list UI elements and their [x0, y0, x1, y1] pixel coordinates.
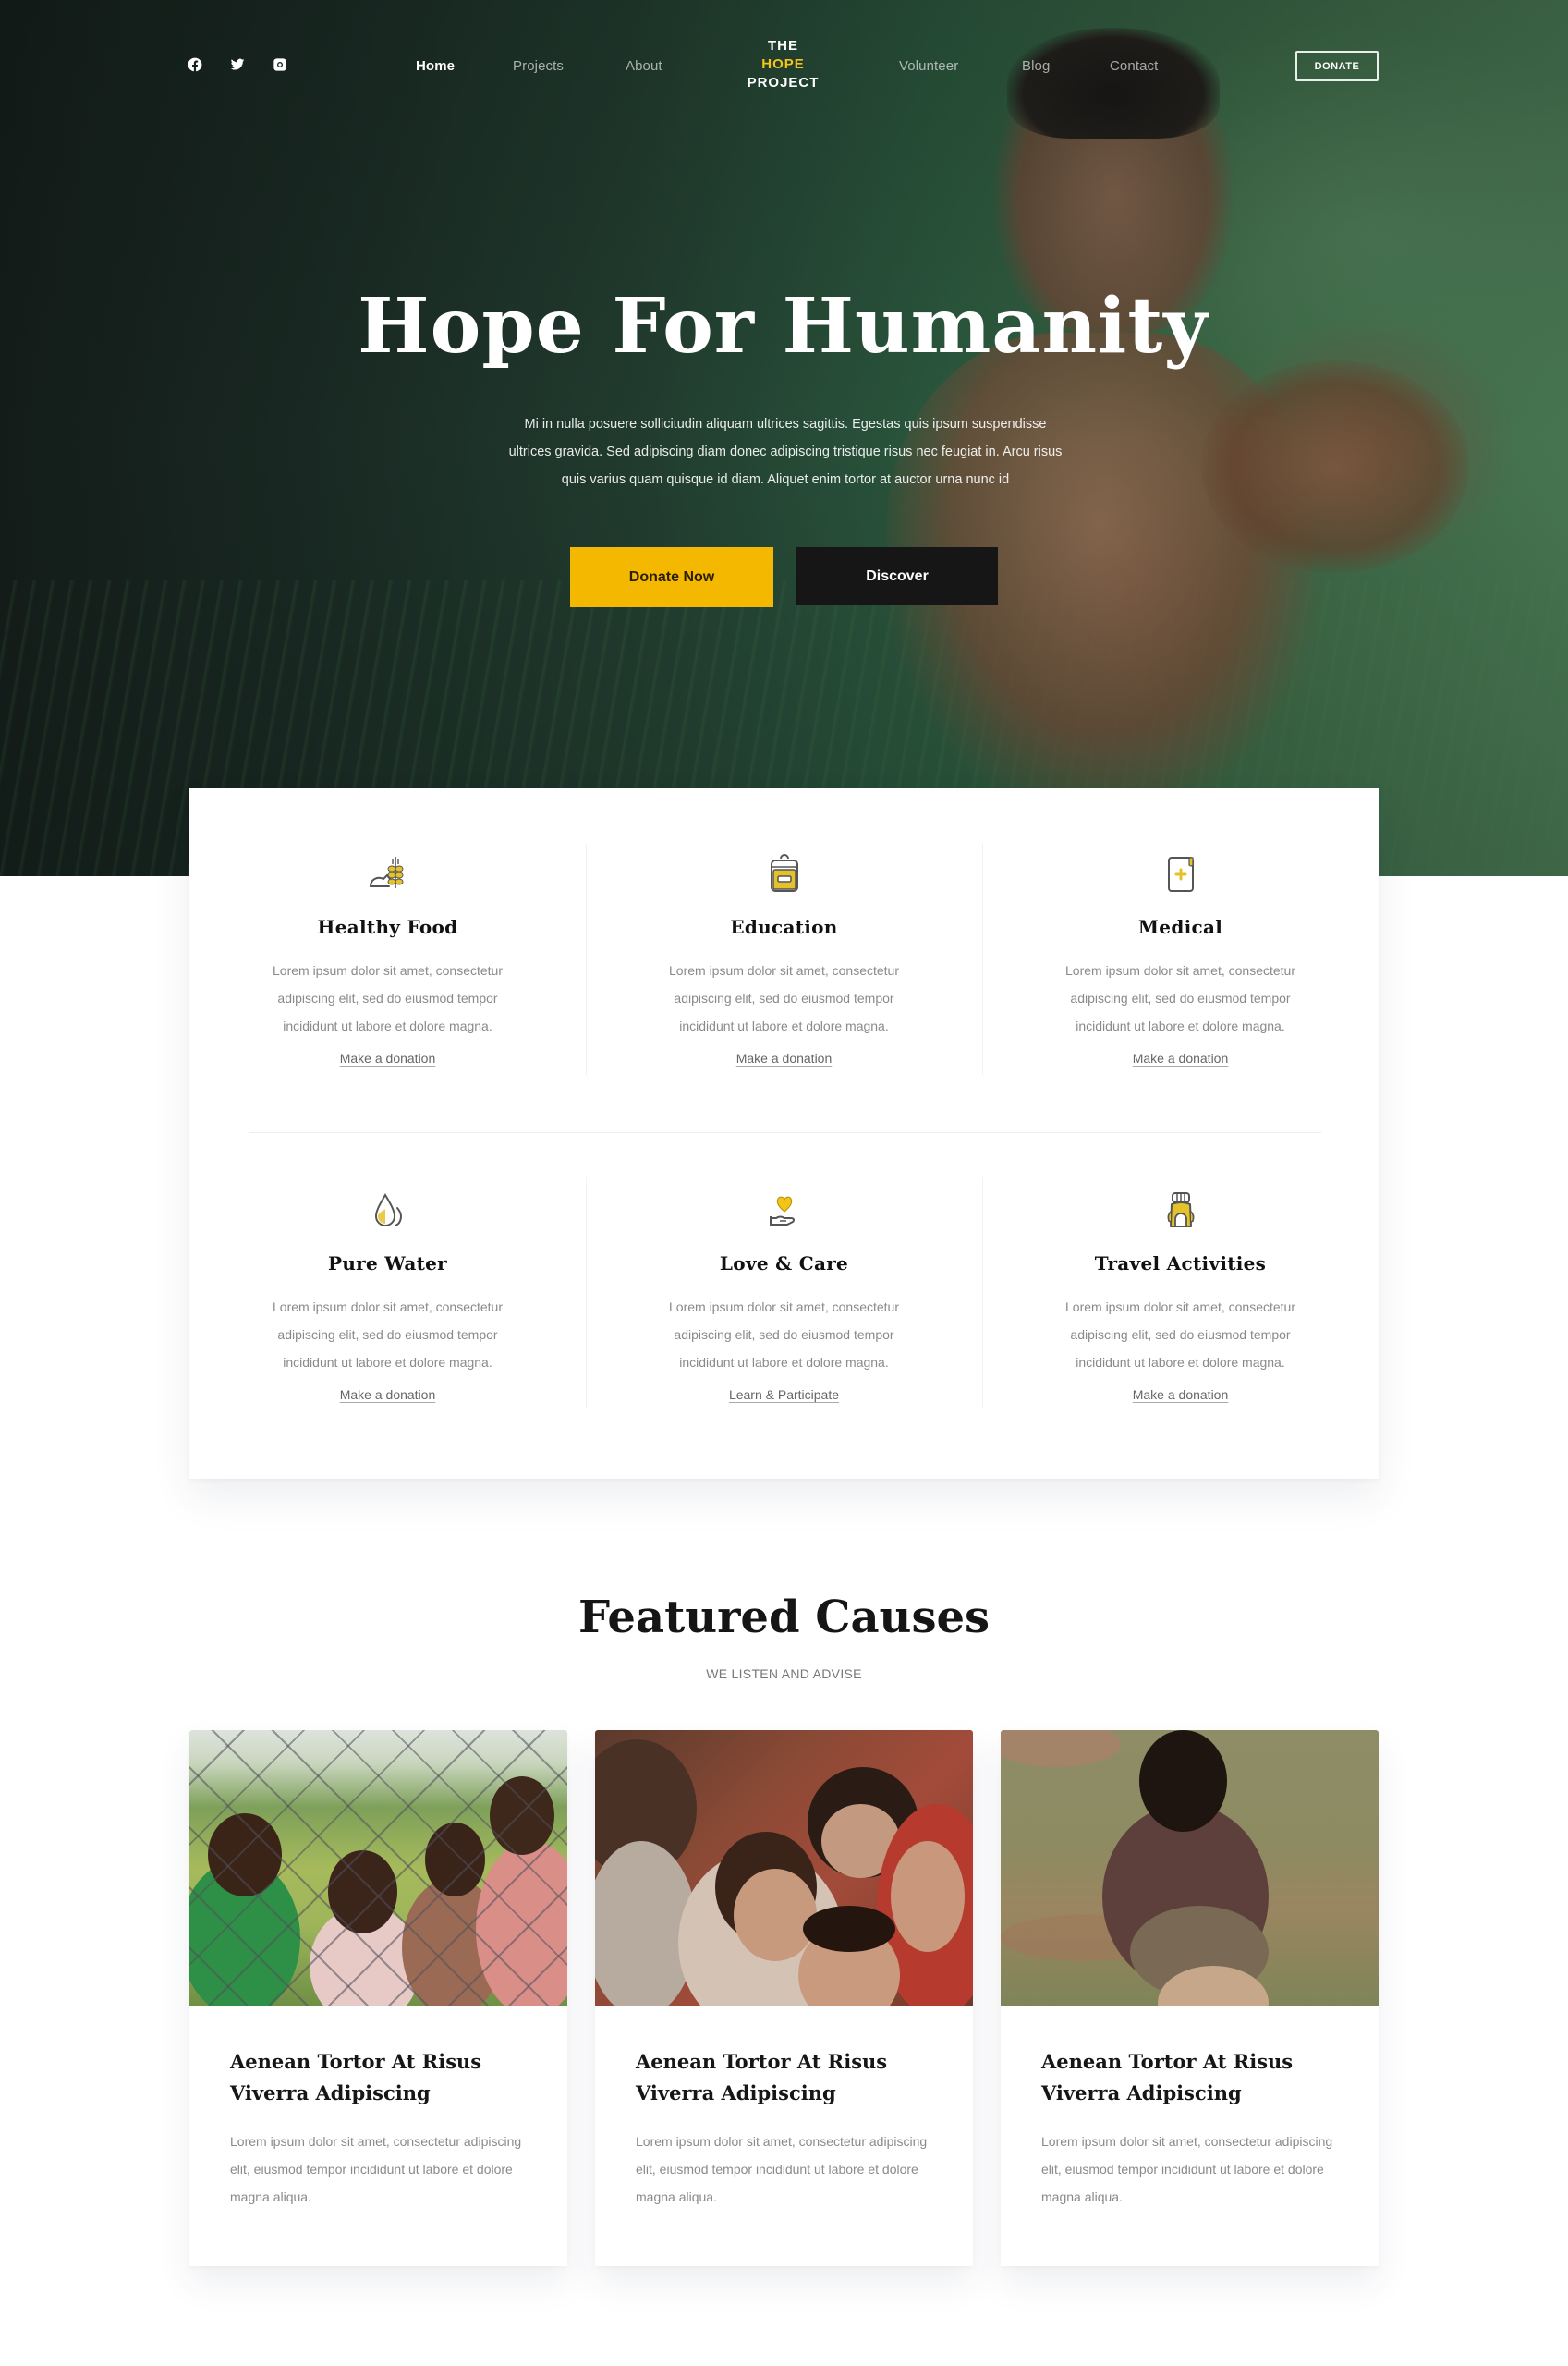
facebook-icon[interactable]: [188, 57, 202, 72]
feature-travel-activities: Travel Activities Lorem ipsum dolor sit …: [982, 1188, 1379, 1404]
featured-causes-title: Featured Causes: [577, 1592, 991, 1643]
nav-home[interactable]: Home: [416, 58, 455, 74]
feature-title: Pure Water: [328, 1252, 447, 1274]
travel-backpack-icon: [1167, 1192, 1194, 1227]
site-logo[interactable]: THE HOPE PROJECT: [730, 37, 836, 92]
feature-text: Lorem ipsum dolor sit amet, consectetur …: [669, 1299, 899, 1370]
nav-blog[interactable]: Blog: [1022, 58, 1050, 74]
make-donation-link[interactable]: Make a donation: [1133, 1387, 1229, 1402]
feature-healthy-food: Healthy Food Lorem ipsum dolor sit amet,…: [189, 851, 586, 1067]
make-donation-link[interactable]: Make a donation: [1133, 1051, 1229, 1066]
nav-contact[interactable]: Contact: [1110, 58, 1158, 74]
feature-title: Love & Care: [719, 1252, 849, 1274]
nav-about[interactable]: About: [626, 58, 662, 74]
feature-text: Lorem ipsum dolor sit amet, consectetur …: [273, 1299, 503, 1370]
features-card: Healthy Food Lorem ipsum dolor sit amet,…: [189, 788, 1379, 1479]
row-divider: [249, 1132, 1321, 1133]
feature-love-care: Love & Care Lorem ipsum dolor sit amet, …: [586, 1188, 982, 1404]
hero-description: Mi in nulla posuere sollicitudin aliquam…: [462, 410, 1109, 494]
featured-causes-subtitle: WE LISTEN AND ADVISE: [706, 1666, 862, 1681]
nav-projects[interactable]: Projects: [513, 58, 564, 74]
wheat-bread-icon: [369, 857, 403, 888]
make-donation-link[interactable]: Make a donation: [736, 1051, 833, 1066]
nav-volunteer[interactable]: Volunteer: [899, 58, 958, 74]
discover-button[interactable]: Discover: [796, 547, 998, 605]
cause-title[interactable]: Aenean Tortor At Risus Viverra Adipiscin…: [230, 2046, 535, 2109]
cause-title[interactable]: Aenean Tortor At Risus Viverra Adipiscin…: [1041, 2046, 1346, 2109]
cause-card[interactable]: Aenean Tortor At Risus Viverra Adipiscin…: [595, 1730, 973, 2266]
feature-text: Lorem ipsum dolor sit amet, consectetur …: [1065, 1299, 1295, 1370]
feature-text: Lorem ipsum dolor sit amet, consectetur …: [669, 963, 899, 1033]
social-links: [188, 57, 287, 72]
cause-card[interactable]: Aenean Tortor At Risus Viverra Adipiscin…: [1001, 1730, 1379, 2266]
medical-document-icon: [1167, 857, 1194, 892]
heart-hand-icon: [769, 1196, 795, 1226]
feature-text: Lorem ipsum dolor sit amet, consectetur …: [1065, 963, 1295, 1033]
feature-title: Medical: [1137, 916, 1223, 938]
cause-title[interactable]: Aenean Tortor At Risus Viverra Adipiscin…: [636, 2046, 941, 2109]
donate-now-button[interactable]: Donate Now: [570, 547, 773, 607]
nav-donate-button[interactable]: DONATE: [1295, 51, 1379, 81]
hero-description-line: ultrices gravida. Sed adipiscing diam do…: [508, 445, 1063, 459]
smiling-children-photo: [595, 1730, 973, 2006]
cause-text: Lorem ipsum dolor sit amet, consectetur …: [1041, 2134, 1333, 2204]
feature-medical: Medical Lorem ipsum dolor sit amet, cons…: [982, 851, 1379, 1067]
learn-participate-link[interactable]: Learn & Participate: [729, 1387, 839, 1402]
logo-line-hope: HOPE: [761, 56, 805, 72]
boy-with-ball-photo: [1001, 1730, 1379, 2006]
make-donation-link[interactable]: Make a donation: [340, 1387, 436, 1402]
logo-line-the: THE: [768, 38, 798, 54]
hero-description-line: Mi in nulla posuere sollicitudin aliquam…: [524, 417, 1047, 432]
hero-title: Hope For Humanity: [0, 282, 1568, 371]
children-behind-fence-photo: [189, 1730, 567, 2006]
feature-text: Lorem ipsum dolor sit amet, consectetur …: [273, 963, 503, 1033]
cause-text: Lorem ipsum dolor sit amet, consectetur …: [636, 2134, 928, 2204]
feature-title: Education: [730, 916, 838, 938]
instagram-icon[interactable]: [273, 57, 287, 72]
cause-text: Lorem ipsum dolor sit amet, consectetur …: [230, 2134, 522, 2204]
feature-title: Travel Activities: [1094, 1252, 1267, 1274]
hero-goat: [1201, 360, 1469, 573]
make-donation-link[interactable]: Make a donation: [340, 1051, 436, 1066]
twitter-icon[interactable]: [230, 57, 245, 72]
backpack-icon: [770, 854, 798, 892]
fence-overlay: [189, 1730, 567, 2006]
feature-pure-water: Pure Water Lorem ipsum dolor sit amet, c…: [189, 1188, 586, 1404]
hero-description-line: quis varius quam quisque id diam. Alique…: [561, 472, 1010, 487]
feature-education: Education Lorem ipsum dolor sit amet, co…: [586, 851, 982, 1067]
logo-line-project: PROJECT: [747, 75, 820, 91]
hero-title-text: Hope For Humanity: [358, 282, 1209, 371]
feature-title: Healthy Food: [317, 916, 458, 938]
top-navigation: Home Projects About THE HOPE PROJECT Vol…: [0, 0, 1568, 129]
water-drop-icon: [374, 1193, 402, 1226]
cause-card[interactable]: Aenean Tortor At Risus Viverra Adipiscin…: [189, 1730, 567, 2266]
